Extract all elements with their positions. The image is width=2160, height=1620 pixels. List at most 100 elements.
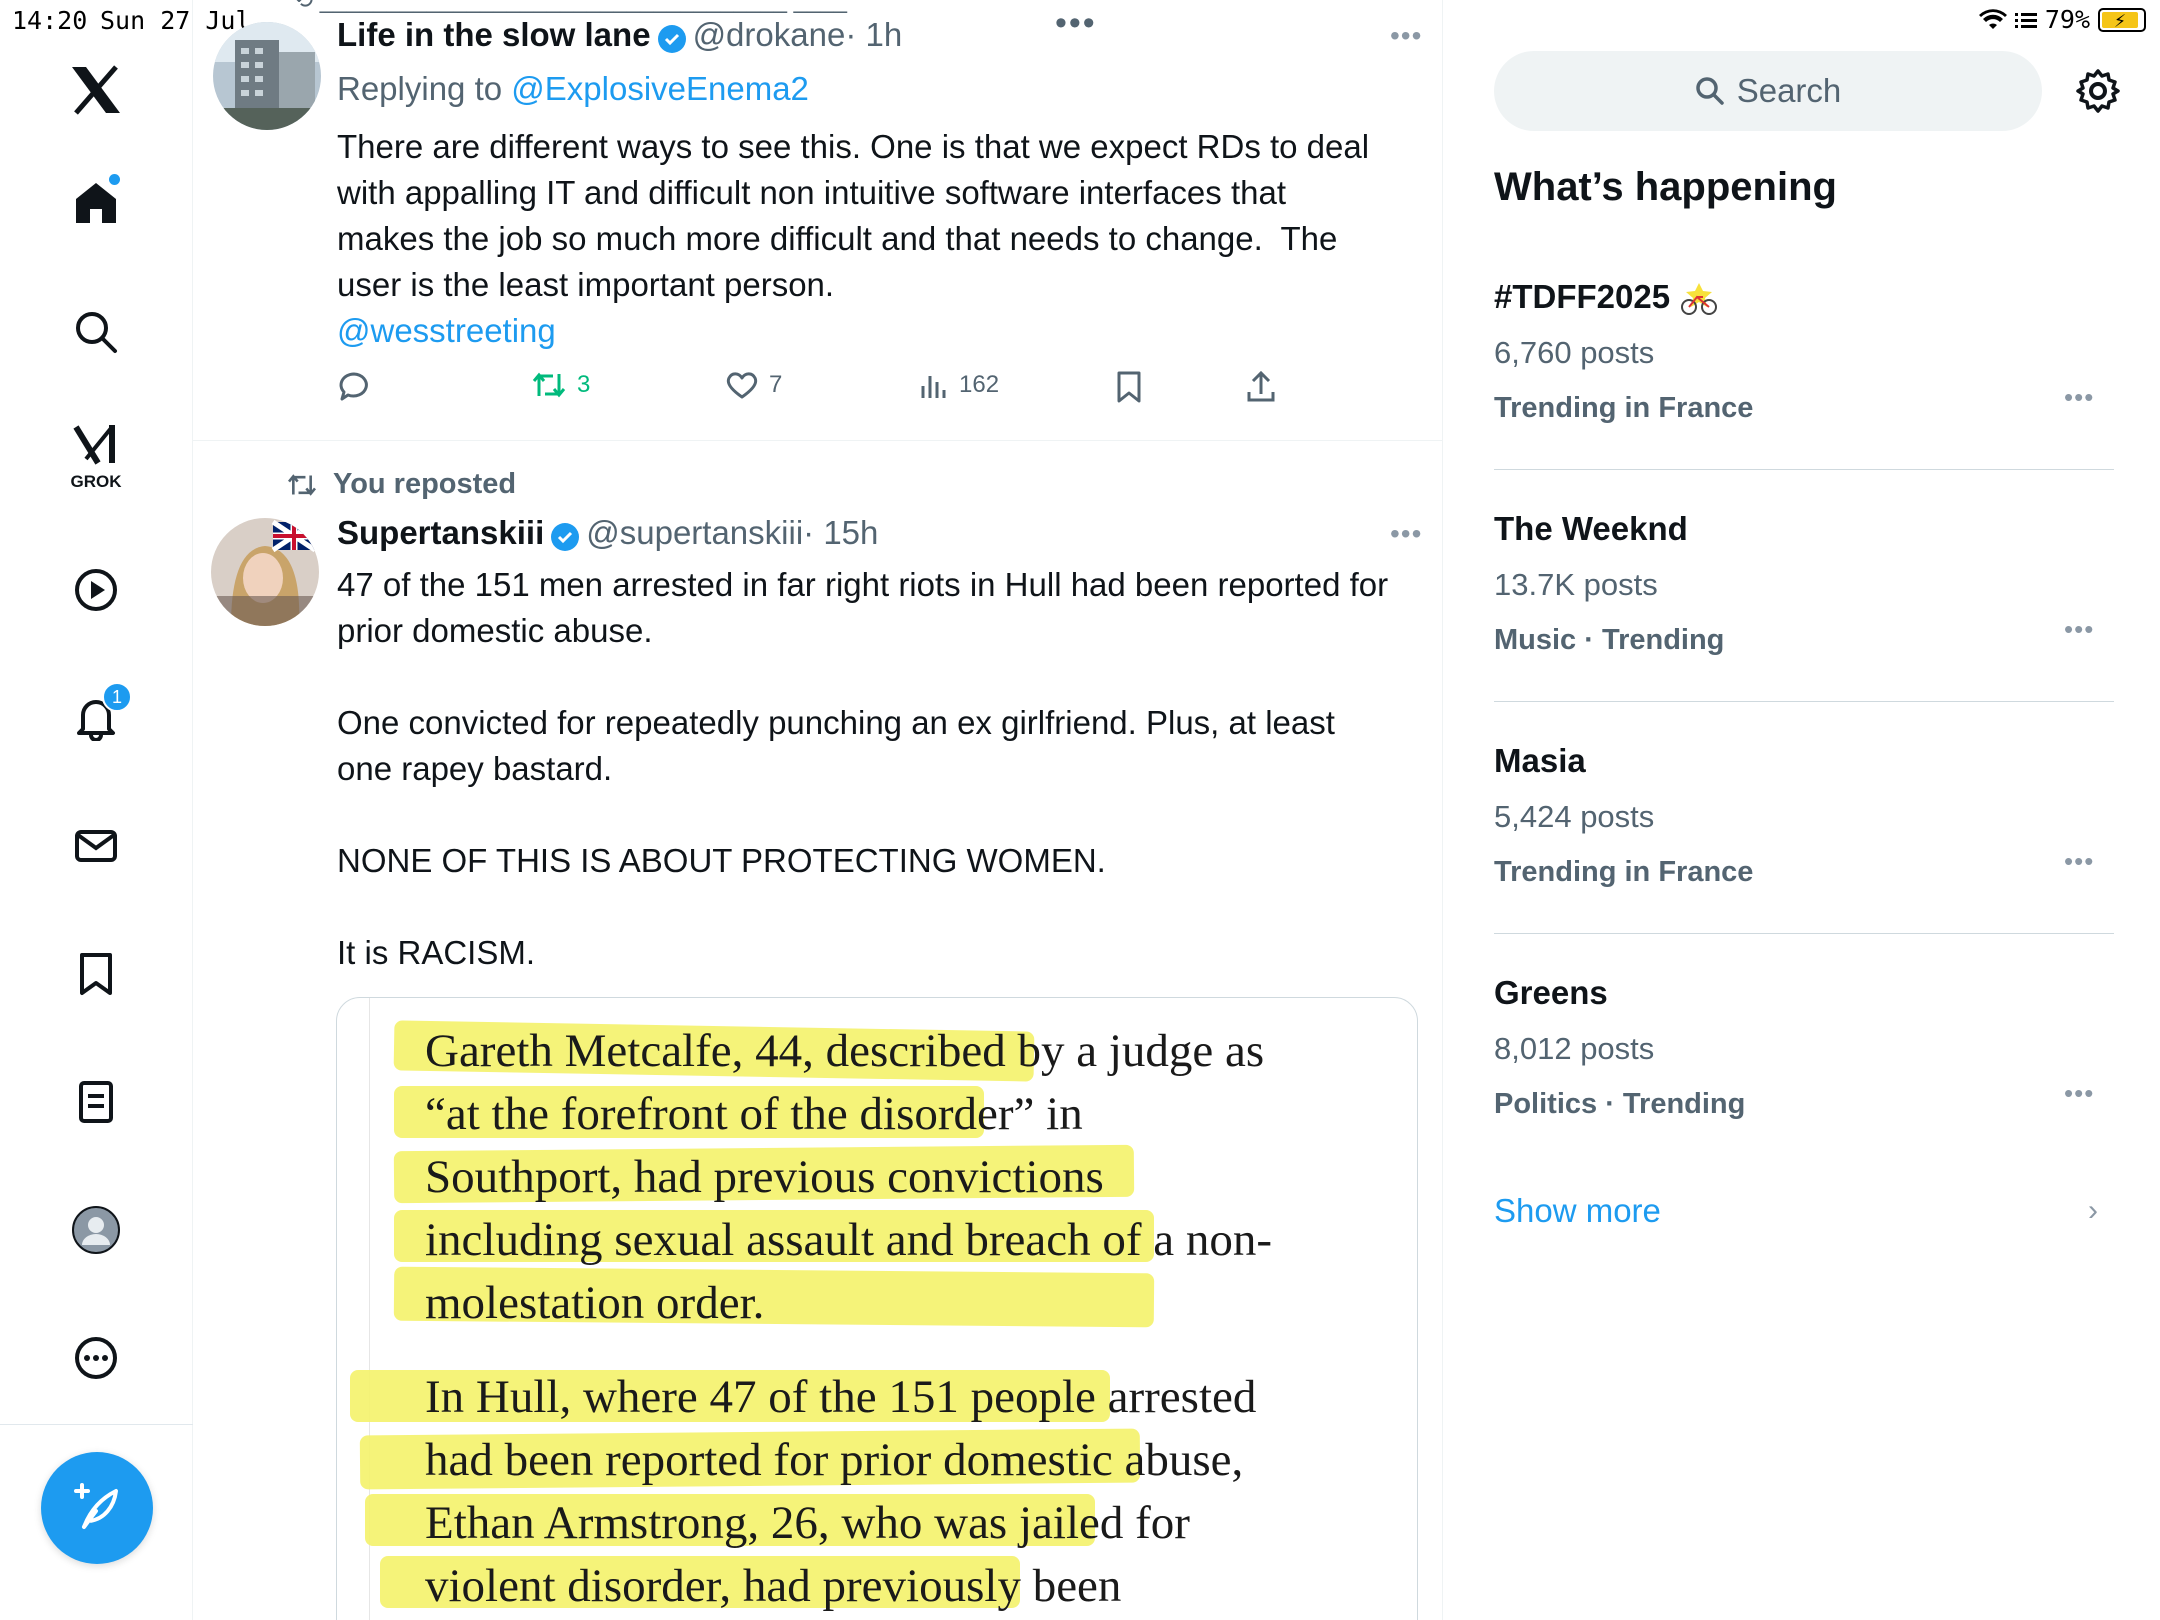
search-placeholder: Search — [1736, 72, 1842, 109]
trend-divider — [1494, 933, 2114, 934]
x-logo-icon[interactable] — [60, 54, 132, 126]
notifications-badge: 1 — [102, 682, 132, 712]
tweet-line: 47 of the 151 men arrested in far right … — [337, 566, 1389, 603]
tweet-line: one rapey bastard. — [337, 750, 613, 787]
clipping-line: including sexual assault and breach of a… — [425, 1214, 1273, 1266]
nav-divider — [0, 1424, 193, 1425]
tweet-line: user is the least important person. — [337, 266, 835, 303]
section-title: What’s happening — [1494, 165, 1837, 209]
trend-posts: 6,760 posts — [1494, 335, 1655, 370]
trend-name-text: #TDFF2025 — [1494, 278, 1671, 315]
chevron-right-icon[interactable]: › — [2088, 1194, 2098, 1228]
search-icon[interactable] — [60, 296, 132, 368]
more-icon[interactable] — [60, 1322, 132, 1394]
tweet-header: Supertanskiii @supertanskiii· 15h — [337, 514, 878, 558]
views-count: 162 — [959, 371, 1000, 398]
repost-label: You reposted — [333, 468, 517, 500]
messages-icon[interactable] — [60, 810, 132, 882]
show-more-link[interactable]: Show more — [1494, 1192, 1661, 1230]
avatar[interactable] — [211, 518, 319, 626]
mention-link[interactable]: @wesstreeting — [337, 308, 1397, 354]
lists-icon[interactable] — [60, 1066, 132, 1138]
views-button[interactable]: 162 — [919, 370, 999, 400]
clipping-line: Gareth Metcalfe, 44, described by a judg… — [425, 1025, 1265, 1077]
search-input[interactable]: Search — [1494, 51, 2042, 131]
retweet-button[interactable]: 3 — [531, 370, 590, 400]
replying-prefix: Replying to — [337, 70, 512, 107]
tweet-line: There are different ways to see this. On… — [337, 128, 1370, 165]
tweet-actions: 3 7 162 — [337, 370, 1337, 410]
trend-more-icon[interactable]: ••• — [2064, 382, 2094, 413]
gear-icon[interactable] — [2075, 68, 2121, 119]
home-icon[interactable] — [60, 166, 132, 238]
profile-icon[interactable] — [60, 1194, 132, 1266]
reply-icon — [339, 372, 368, 401]
bookmarks-icon[interactable] — [60, 938, 132, 1010]
repost-indicator: You reposted — [285, 468, 516, 501]
clipping-line: “at the forefront of the disorder” in — [425, 1088, 1083, 1140]
trend-item[interactable]: The Weeknd 13.7K posts Music · Trending … — [1494, 510, 2114, 742]
verified-badge-icon — [551, 522, 580, 551]
search-icon — [1695, 77, 1724, 105]
trend-context: Politics · Trending — [1494, 1088, 1746, 1120]
trend-divider — [1494, 701, 2114, 702]
tweet-more-icon[interactable]: ••• — [1390, 518, 1422, 550]
like-button[interactable]: 7 — [725, 370, 782, 400]
author-handle[interactable]: @supertanskiii — [586, 514, 803, 551]
tweet-time[interactable]: · 15h — [803, 514, 878, 551]
trend-context: Trending in France — [1494, 856, 1754, 888]
grok-icon[interactable]: GROK — [60, 418, 132, 491]
tweet-divider — [193, 440, 1442, 441]
tweet-line: One convicted for repeatedly punching an… — [337, 704, 1335, 741]
trend-name: #TDFF2025 — [1494, 278, 1719, 317]
video-icon[interactable] — [60, 554, 132, 626]
trend-more-icon[interactable]: ••• — [2064, 614, 2094, 645]
tweet-line: NONE OF THIS IS ABOUT PROTECTING WOMEN. — [337, 842, 1106, 879]
trend-context: Music · Trending — [1494, 624, 1725, 656]
trend-posts: 5,424 posts — [1494, 799, 1655, 834]
author-handle[interactable]: @drokane — [693, 16, 846, 53]
trend-name: Masia — [1494, 742, 1586, 779]
reply-button[interactable] — [337, 370, 371, 404]
top-more-icon[interactable]: ••• — [1055, 4, 1097, 43]
clipping-line: had been reported for prior domestic abu… — [425, 1434, 1244, 1486]
tweet-image[interactable]: Gareth Metcalfe, 44, described by a judg… — [336, 997, 1418, 1620]
author-name[interactable]: Life in the slow lane — [337, 16, 651, 53]
tweet-line: makes the job so much more difficult and… — [337, 220, 1338, 257]
analytics-icon — [921, 376, 946, 398]
retweet-icon — [532, 372, 566, 398]
tweet-body: 47 of the 151 men arrested in far right … — [337, 562, 1417, 976]
replying-to: Replying to @ExplosiveEnema2 — [337, 66, 809, 112]
tweet-line: with appalling IT and difficult non intu… — [337, 174, 1286, 211]
tweet-line: It is RACISM. — [337, 934, 536, 971]
clipping-line: molestation order. — [425, 1277, 765, 1329]
trend-name: Greens — [1494, 974, 1608, 1011]
share-button[interactable] — [1245, 370, 1277, 404]
compose-button[interactable] — [41, 1452, 153, 1564]
heart-icon — [726, 372, 758, 399]
trend-more-icon[interactable]: ••• — [2064, 846, 2094, 877]
trend-item[interactable]: Greens 8,012 posts Politics · Trending •… — [1494, 974, 2114, 1206]
tweet-more-icon[interactable]: ••• — [1390, 20, 1422, 52]
verified-badge-icon — [657, 24, 686, 53]
author-name[interactable]: Supertanskiii — [337, 514, 544, 551]
compose-feather-icon — [74, 1483, 118, 1529]
avatar[interactable] — [213, 22, 321, 130]
trend-posts: 8,012 posts — [1494, 1031, 1655, 1066]
bookmark-button[interactable] — [1115, 370, 1143, 404]
trend-item[interactable]: #TDFF2025 6,760 posts Trending in France… — [1494, 278, 2114, 510]
trend-item[interactable]: Masia 5,424 posts Trending in France ••• — [1494, 742, 2114, 974]
tweet-time[interactable]: · 1h — [845, 16, 902, 53]
notifications-icon[interactable]: 1 — [60, 682, 132, 754]
share-icon — [1247, 370, 1275, 402]
trend-more-icon[interactable]: ••• — [2064, 1078, 2094, 1109]
retweet-count: 3 — [577, 371, 591, 398]
trend-name: The Weeknd — [1494, 510, 1688, 547]
clipped-header-remnant: ⟲ ___________________________________ __… — [293, 0, 848, 14]
replying-handle[interactable]: @ExplosiveEnema2 — [511, 70, 809, 107]
newspaper-clipping: Gareth Metcalfe, 44, described by a judg… — [350, 998, 1417, 1620]
bicycle-emoji-icon — [1681, 283, 1718, 316]
